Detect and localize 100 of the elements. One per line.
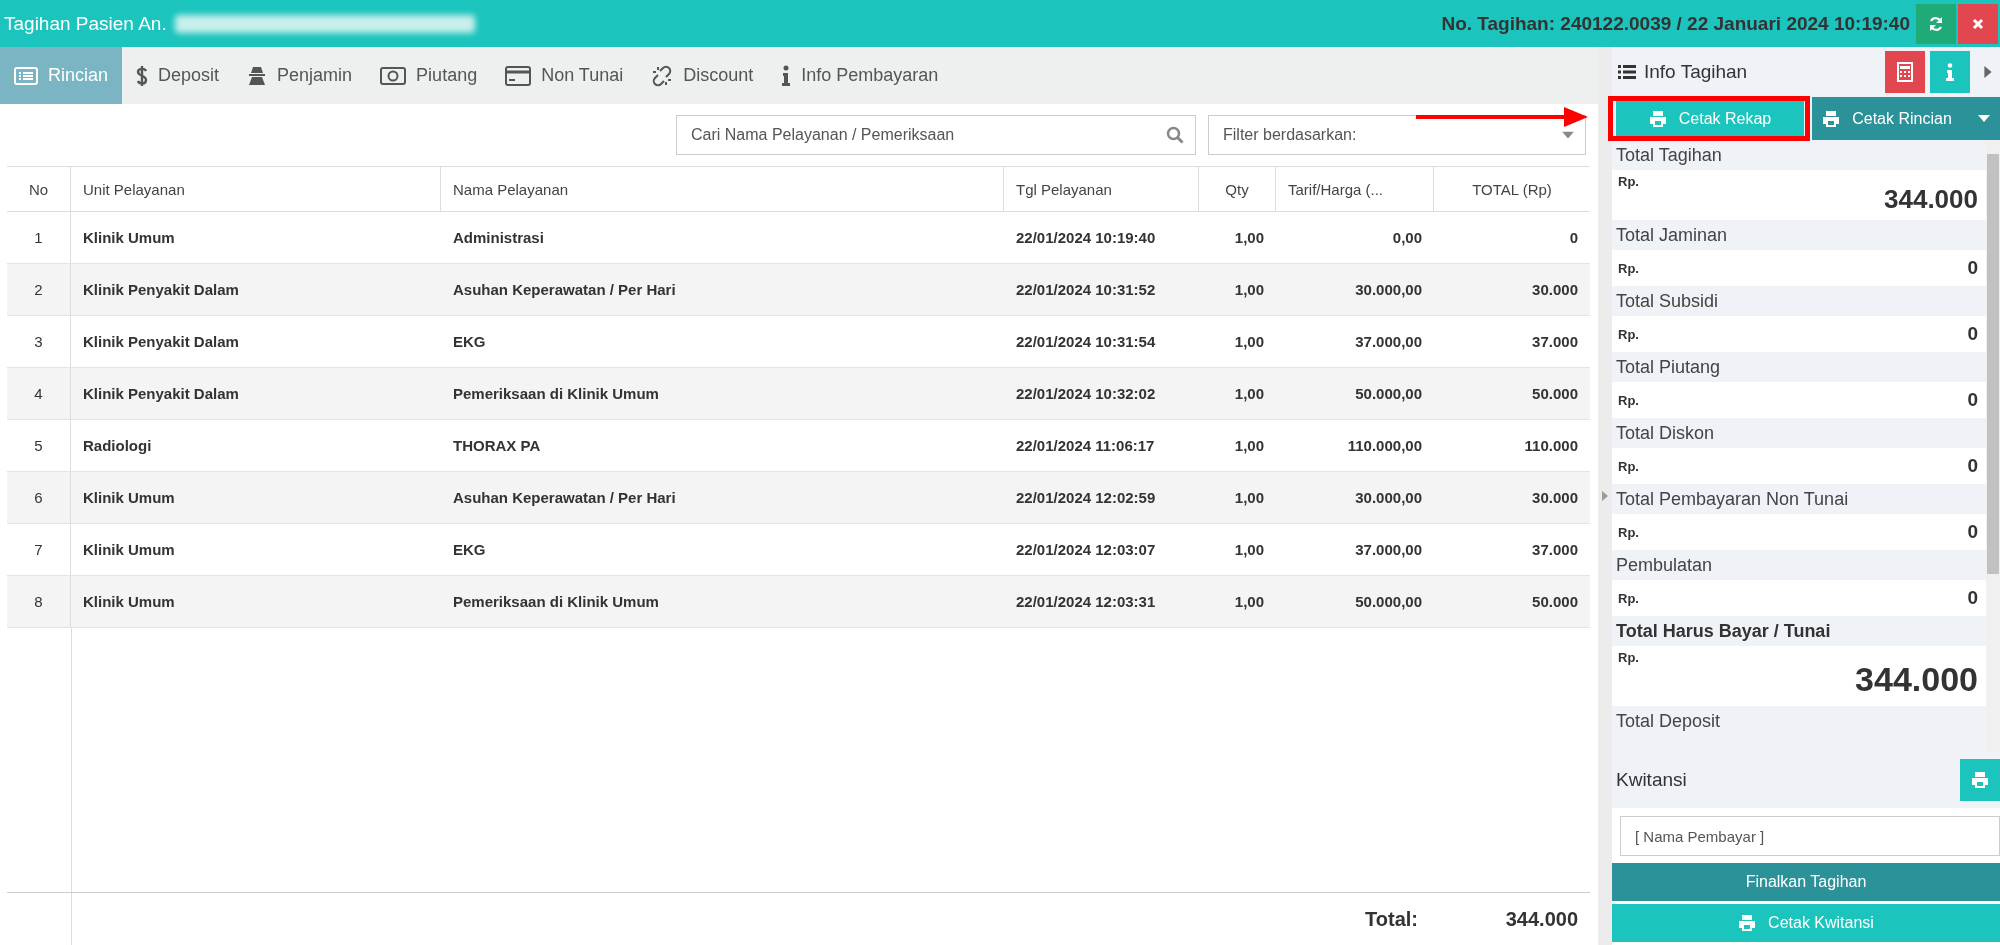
caret-icon bbox=[1562, 131, 1574, 139]
info-icon bbox=[1946, 63, 1954, 81]
calculator-icon bbox=[1897, 62, 1913, 82]
table-cell-text: 50.000,00 bbox=[1354, 593, 1423, 610]
tab[interactable]: Penjamin bbox=[233, 47, 367, 104]
search-field[interactable]: Cari Nama Pelayanan / Pemeriksaan bbox=[676, 115, 1196, 155]
table-cell-text: 37.000 bbox=[1531, 541, 1579, 558]
info-button[interactable] bbox=[1930, 51, 1970, 93]
table-cell-text: THORAX PA bbox=[452, 437, 542, 454]
finalize-button[interactable]: Finalkan Tagihan bbox=[1612, 863, 2000, 901]
summary-amount: 0 bbox=[1967, 389, 1978, 411]
table-cell-text: 0 bbox=[1568, 229, 1579, 246]
summary-amount: 0 bbox=[1967, 323, 1978, 345]
table-cell-text: 30.000,00 bbox=[1354, 489, 1423, 506]
table-cell-text: Radiologi bbox=[82, 437, 153, 454]
table-cell-text: 1,00 bbox=[1233, 229, 1265, 246]
table-cell-text: Klinik Umum bbox=[82, 489, 176, 506]
table-cell-text: 0,00 bbox=[1391, 229, 1423, 246]
table-cell-text: 1,00 bbox=[1233, 385, 1265, 402]
table-cell-text: Pemeriksaan di Klinik Umum bbox=[452, 385, 660, 402]
summary-amount: 0 bbox=[1967, 521, 1978, 543]
table-cell-text: 1,00 bbox=[1233, 281, 1265, 298]
table-cell: 2 bbox=[7, 264, 71, 315]
column-header: Tarif/Harga (... bbox=[1276, 167, 1434, 211]
table-cell-text: 50.000 bbox=[1531, 385, 1579, 402]
tab[interactable]: Info Pembayaran bbox=[767, 47, 953, 104]
banknote-icon bbox=[380, 66, 407, 85]
table-cell-text: 50.000,00 bbox=[1354, 385, 1423, 402]
table-cell-text: EKG bbox=[452, 541, 487, 558]
table-cell-text: Klinik Penyakit Dalam bbox=[82, 333, 240, 350]
summary-amount: 0 bbox=[1967, 257, 1978, 279]
list-icon bbox=[14, 66, 38, 85]
table-cell: 4 bbox=[7, 368, 71, 419]
table-cell-text: 30.000 bbox=[1531, 281, 1579, 298]
scrollbar[interactable] bbox=[1986, 140, 2000, 752]
currency-label: Rp. bbox=[1618, 650, 1639, 665]
column-header: No bbox=[7, 167, 71, 211]
print-button[interactable] bbox=[1960, 759, 2000, 801]
column-header: Nama Pelayanan bbox=[441, 167, 1004, 211]
currency-label: Rp. bbox=[1618, 326, 1639, 342]
currency-label: Rp. bbox=[1618, 260, 1639, 276]
panel-title: Info Tagihan bbox=[1644, 61, 1749, 83]
table-cell-text: Klinik Penyakit Dalam bbox=[82, 281, 240, 298]
payer-name-field[interactable]: [ Nama Pembayar ] bbox=[1620, 816, 2000, 856]
printer-icon bbox=[1971, 772, 1989, 788]
table-cell-text: 22/01/2024 10:31:52 bbox=[1015, 281, 1157, 298]
table-cell-text: Asuhan Keperawatan / Per Hari bbox=[452, 281, 677, 298]
table-cell-text: Klinik Penyakit Dalam bbox=[82, 385, 240, 402]
table-cell-text: 37.000 bbox=[1531, 333, 1579, 350]
table-cell: 3 bbox=[7, 316, 71, 367]
column-header: Unit Pelayanan bbox=[71, 167, 441, 211]
table-cell-text: Pemeriksaan di Klinik Umum bbox=[452, 593, 660, 610]
currency-label: Rp. bbox=[1618, 392, 1639, 408]
table-cell-text: 1,00 bbox=[1233, 489, 1265, 506]
table-cell-text: 22/01/2024 10:31:54 bbox=[1015, 333, 1157, 350]
tab[interactable]: Deposit bbox=[122, 47, 234, 104]
list-icon bbox=[1618, 64, 1636, 80]
table-cell-text: Asuhan Keperawatan / Per Hari bbox=[452, 489, 677, 506]
summary-amount: 0 bbox=[1967, 455, 1978, 477]
table-cell: 6 bbox=[7, 472, 71, 523]
table-cell-text: 37.000,00 bbox=[1354, 541, 1423, 558]
column-header: Qty bbox=[1199, 167, 1276, 211]
table-cell-text: Klinik Umum bbox=[82, 593, 176, 610]
table-cell-text: 22/01/2024 10:32:02 bbox=[1015, 385, 1157, 402]
currency-label: Rp. bbox=[1618, 458, 1639, 474]
search-icon bbox=[1166, 126, 1184, 144]
table-cell-text: 22/01/2024 12:02:59 bbox=[1015, 489, 1157, 506]
table-cell-text: 110.000,00 bbox=[1346, 437, 1423, 454]
printer-icon bbox=[1648, 110, 1667, 127]
credit-card-icon bbox=[505, 65, 532, 86]
refresh-button[interactable] bbox=[1916, 3, 1956, 44]
table-cell: 1 bbox=[7, 212, 71, 263]
summary-amount: 344.000 bbox=[1855, 660, 1978, 699]
tab[interactable]: Discount bbox=[637, 47, 768, 104]
table-cell-text: Administrasi bbox=[452, 229, 545, 246]
table-cell-text: Klinik Umum bbox=[82, 541, 176, 558]
table-cell-text: 22/01/2024 12:03:31 bbox=[1015, 593, 1157, 610]
tab[interactable]: Piutang bbox=[366, 47, 492, 104]
table-cell-text: 1,00 bbox=[1233, 437, 1265, 454]
window-title: Tagihan Pasien An. bbox=[4, 12, 167, 35]
filter-dropdown[interactable]: Filter berdasarkan: bbox=[1208, 115, 1586, 155]
caret-icon bbox=[1977, 115, 1990, 122]
info-icon bbox=[781, 64, 792, 87]
print-detail-button[interactable]: Cetak Rincian bbox=[1812, 97, 2000, 140]
close-icon bbox=[1971, 16, 1985, 31]
table-cell: 7 bbox=[7, 524, 71, 575]
close-button[interactable] bbox=[1958, 3, 1998, 44]
tab[interactable]: Non Tunai bbox=[491, 47, 638, 104]
total-value: 344.000 bbox=[1504, 907, 1579, 931]
printer-icon bbox=[1822, 110, 1841, 127]
summary-amount: 344.000 bbox=[1884, 184, 1978, 215]
column-header: Tgl Pelayanan bbox=[1004, 167, 1199, 211]
table-cell-text: 22/01/2024 12:03:07 bbox=[1015, 541, 1157, 558]
expand-arrow-icon[interactable] bbox=[1602, 491, 1608, 501]
dollar-icon bbox=[136, 64, 149, 87]
currency-label: Rp. bbox=[1618, 590, 1639, 606]
table-cell-text: Klinik Umum bbox=[82, 229, 176, 246]
caret-right-icon[interactable] bbox=[1984, 66, 1992, 78]
calculator-button[interactable] bbox=[1885, 51, 1925, 93]
table-cell-text: 50.000 bbox=[1531, 593, 1579, 610]
